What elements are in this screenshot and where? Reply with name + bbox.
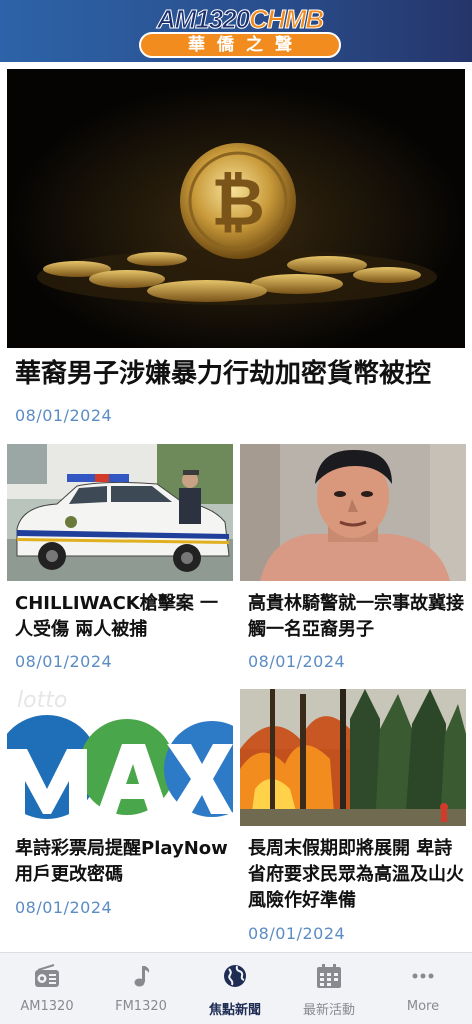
calendar-icon	[317, 964, 341, 988]
tab-label: 最新活動	[302, 1003, 355, 1018]
article-date: 08/01/2024	[248, 652, 346, 671]
article-date: 08/01/2024	[248, 924, 346, 943]
article-title[interactable]: CHILLIWACK槍擊案 一人受傷 兩人被捕	[15, 591, 235, 643]
svg-text:₿: ₿	[211, 164, 265, 241]
station-logo: AM1320CHMB 華僑之聲	[137, 4, 343, 58]
article-title[interactable]: 長周末假期即將展開 卑詩省府要求民眾為高溫及山火風險作好準備	[248, 836, 468, 914]
article-date: 08/01/2024	[15, 652, 113, 671]
radio-icon	[35, 964, 59, 987]
more-dots-icon	[412, 973, 434, 979]
article-image-lotto-max[interactable]: lotto	[7, 689, 233, 826]
tab-focus-news[interactable]: 焦點新聞	[188, 953, 282, 1024]
tab-label: AM1320	[20, 999, 74, 1014]
tab-latest-events[interactable]: 最新活動	[282, 953, 376, 1024]
featured-article-date: 08/01/2024	[15, 406, 113, 425]
featured-article-title[interactable]: 華裔男子涉嫌暴力行劫加密貨幣被控	[15, 356, 455, 392]
tab-label: More	[406, 999, 440, 1014]
tab-fm1320[interactable]: FM1320	[94, 953, 188, 1024]
article-image-forest-fire[interactable]	[240, 689, 466, 826]
logo-am-text: AM1320	[156, 4, 250, 35]
logo-chmb-text: CHMB	[249, 4, 325, 35]
globe-icon	[224, 965, 246, 987]
tab-am1320[interactable]: AM1320	[0, 953, 94, 1024]
article-title[interactable]: 高貴林騎警就一宗事故冀接觸一名亞裔男子	[248, 591, 468, 643]
music-note-icon	[134, 966, 150, 987]
svg-text:lotto: lotto	[17, 689, 67, 713]
app-header: AM1320CHMB 華僑之聲	[0, 0, 472, 62]
tab-more[interactable]: More	[376, 953, 470, 1024]
featured-image-bitcoin[interactable]: ₿	[7, 69, 465, 348]
article-image-police-car[interactable]	[7, 444, 233, 581]
featured-article-card[interactable]: ₿	[7, 69, 465, 348]
article-image-man-portrait[interactable]	[240, 444, 466, 581]
logo-wordmark: AM1320CHMB	[137, 4, 343, 35]
logo-chinese-banner: 華僑之聲	[139, 32, 341, 58]
bottom-tab-bar: AM1320 FM1320 焦點新聞 最新活動 More	[0, 952, 472, 1024]
article-date: 08/01/2024	[15, 898, 113, 917]
tab-label: FM1320	[115, 999, 167, 1014]
article-title[interactable]: 卑詩彩票局提醒PlayNow用戶更改密碼	[15, 836, 235, 888]
tab-label: 焦點新聞	[208, 1003, 261, 1018]
